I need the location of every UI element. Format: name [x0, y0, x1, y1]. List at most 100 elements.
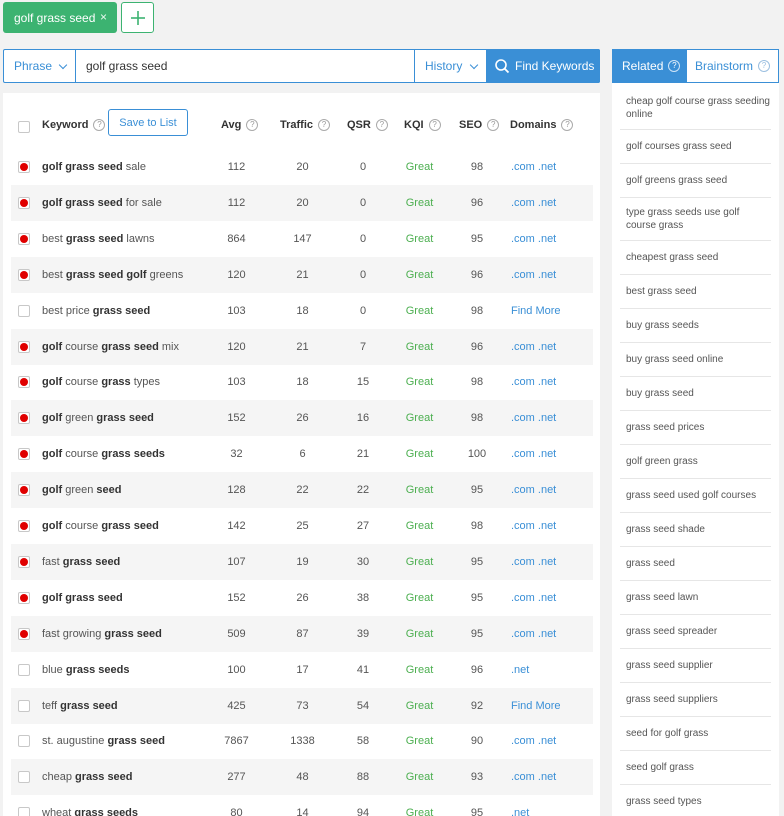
keyword-cell[interactable]: golf course grass seed — [42, 508, 159, 544]
related-keyword-item[interactable]: grass seed — [620, 547, 771, 581]
domains-cell[interactable]: .com .net — [511, 185, 556, 221]
header-traffic[interactable]: Traffic ? — [280, 119, 331, 131]
table-row[interactable]: golf course grass seed mix 120 21 7 Great 96.… — [11, 328, 593, 365]
keyword-tab[interactable]: golf grass seed × — [3, 2, 117, 33]
tab-related[interactable]: Related ? — [613, 50, 687, 82]
row-checkbox[interactable] — [18, 508, 30, 544]
header-qsr[interactable]: QSR ? — [347, 119, 388, 131]
row-checkbox[interactable] — [18, 221, 30, 257]
keyword-cell[interactable]: golf green grass seed — [42, 400, 154, 436]
domains-cell[interactable]: .com .net — [511, 257, 556, 293]
table-row[interactable]: best grass seed golf greens 120 21 0 Great 96… — [11, 256, 593, 293]
table-row[interactable]: teff grass seed 425 73 54 Great 92 Find More — [11, 687, 593, 724]
help-icon[interactable]: ? — [668, 60, 681, 72]
help-icon[interactable]: ? — [318, 119, 331, 131]
keyword-cell[interactable]: cheap grass seed — [42, 759, 133, 795]
related-keyword-item[interactable]: seed for golf grass — [620, 717, 771, 751]
keyword-cell[interactable]: fast grass seed — [42, 544, 120, 580]
keyword-cell[interactable]: golf grass seed sale — [42, 149, 146, 185]
tab-brainstorm[interactable]: Brainstorm ? — [687, 50, 778, 82]
keyword-cell[interactable]: golf course grass seeds — [42, 436, 165, 472]
row-checkbox[interactable] — [18, 795, 30, 816]
table-row[interactable]: cheap grass seed 277 48 88 Great 93 .com .net — [11, 759, 593, 796]
select-all-checkbox[interactable] — [18, 121, 30, 133]
help-icon[interactable]: ? — [428, 119, 441, 131]
related-keyword-item[interactable]: cheapest grass seed — [620, 241, 771, 275]
domains-cell[interactable]: .com .net — [511, 544, 556, 580]
header-kqi[interactable]: KQI ? — [404, 119, 441, 131]
domains-cell[interactable]: .com .net — [511, 723, 556, 759]
row-checkbox[interactable] — [18, 580, 30, 616]
table-row[interactable]: best price grass seed 103 18 0 Great 98 Find M… — [11, 293, 593, 329]
keyword-cell[interactable]: golf course grass seed mix — [42, 329, 179, 365]
related-keyword-item[interactable]: golf courses grass seed — [620, 130, 771, 164]
related-keyword-item[interactable]: seed golf grass — [620, 751, 771, 785]
help-icon[interactable]: ? — [487, 119, 500, 131]
help-icon[interactable]: ? — [93, 119, 106, 131]
domains-cell[interactable]: .com .net — [511, 329, 556, 365]
related-keyword-item[interactable]: grass seed spreader — [620, 615, 771, 649]
related-keyword-item[interactable]: grass seed shade — [620, 513, 771, 547]
row-checkbox[interactable] — [18, 293, 30, 329]
table-row[interactable]: golf green grass seed 152 26 16 Great 98 .com … — [11, 400, 593, 437]
keyword-cell[interactable]: teff grass seed — [42, 688, 118, 724]
row-checkbox[interactable] — [18, 436, 30, 472]
related-keyword-item[interactable]: grass seed suppliers — [620, 683, 771, 717]
domains-cell[interactable]: .com .net — [511, 616, 556, 652]
table-row[interactable]: best grass seed lawns 864 147 0 Great 95 .com … — [11, 221, 593, 257]
row-checkbox[interactable] — [18, 364, 30, 400]
keyword-cell[interactable]: best grass seed lawns — [42, 221, 155, 257]
related-keyword-item[interactable]: grass seed supplier — [620, 649, 771, 683]
table-row[interactable]: golf grass seed for sale 112 20 0 Great 96 .co… — [11, 184, 593, 221]
related-keyword-item[interactable]: grass seed lawn — [620, 581, 771, 615]
row-checkbox[interactable] — [18, 652, 30, 688]
save-to-list-button[interactable]: Save to List — [108, 109, 188, 136]
domains-cell[interactable]: Find More — [511, 688, 561, 724]
header-domains[interactable]: Domains ? — [510, 119, 574, 131]
add-tab-button[interactable] — [121, 2, 154, 33]
domains-cell[interactable]: .com .net — [511, 759, 556, 795]
table-row[interactable]: fast grass seed 107 19 30 Great 95 .com .net — [11, 543, 593, 580]
table-row[interactable]: wheat grass seeds 80 14 94 Great 95 .net — [11, 795, 593, 816]
keyword-cell[interactable]: st. augustine grass seed — [42, 723, 165, 759]
table-row[interactable]: golf course grass seed 142 25 27 Great 98 .com… — [11, 508, 593, 544]
domains-cell[interactable]: Find More — [511, 293, 561, 329]
keyword-cell[interactable]: golf course grass types — [42, 364, 160, 400]
row-checkbox[interactable] — [18, 759, 30, 795]
related-keyword-item[interactable]: grass seed types — [620, 785, 771, 816]
row-checkbox[interactable] — [18, 257, 30, 293]
row-checkbox[interactable] — [18, 688, 30, 724]
row-checkbox[interactable] — [18, 472, 30, 508]
related-keyword-item[interactable]: buy grass seeds — [620, 309, 771, 343]
related-keyword-item[interactable]: best grass seed — [620, 275, 771, 309]
domains-cell[interactable]: .net — [511, 652, 529, 688]
keyword-cell[interactable]: best grass seed golf greens — [42, 257, 183, 293]
domains-cell[interactable]: .com .net — [511, 436, 556, 472]
help-icon[interactable]: ? — [561, 119, 574, 131]
row-checkbox[interactable] — [18, 149, 30, 185]
history-dropdown[interactable]: History — [414, 50, 486, 82]
related-keyword-item[interactable]: type grass seeds use golf course grass — [620, 198, 771, 241]
domains-cell[interactable]: .net — [511, 795, 529, 816]
table-row[interactable]: golf course grass types 103 18 15 Great 98 .co… — [11, 364, 593, 400]
keyword-cell[interactable]: golf green seed — [42, 472, 122, 508]
row-checkbox[interactable] — [18, 616, 30, 652]
row-checkbox[interactable] — [18, 723, 30, 759]
domains-cell[interactable]: .com .net — [511, 149, 556, 185]
header-seo[interactable]: SEO ? — [459, 119, 500, 131]
keyword-cell[interactable]: golf grass seed for sale — [42, 185, 162, 221]
keyword-cell[interactable]: best price grass seed — [42, 293, 150, 329]
header-keyword[interactable]: Keyword ? — [42, 119, 106, 131]
domains-cell[interactable]: .com .net — [511, 364, 556, 400]
match-type-dropdown[interactable]: Phrase — [4, 50, 76, 82]
table-row[interactable]: golf green seed 128 22 22 Great 95 .com .net — [11, 472, 593, 509]
domains-cell[interactable]: .com .net — [511, 221, 556, 257]
table-row[interactable]: golf course grass seeds 32 6 21 Great 100 .com… — [11, 436, 593, 472]
related-keyword-item[interactable]: cheap golf course grass seeding online — [620, 87, 771, 130]
domains-cell[interactable]: .com .net — [511, 508, 556, 544]
find-keywords-button[interactable]: Find Keywords — [486, 49, 600, 83]
help-icon[interactable]: ? — [246, 119, 259, 131]
header-avg[interactable]: Avg ? — [221, 119, 259, 131]
row-checkbox[interactable] — [18, 400, 30, 436]
related-keyword-item[interactable]: grass seed prices — [620, 411, 771, 445]
